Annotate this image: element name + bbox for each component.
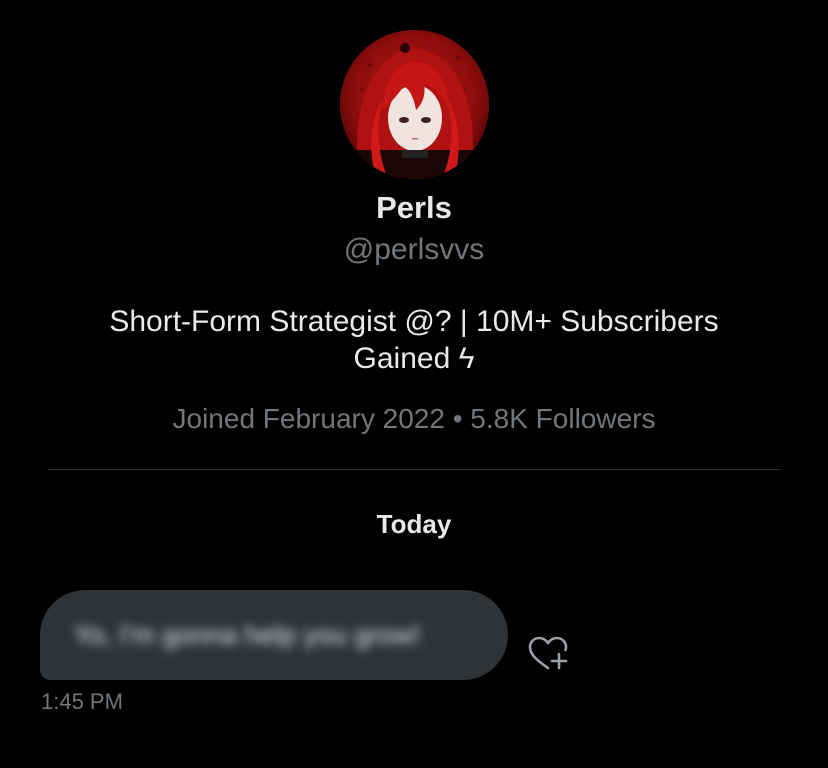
avatar-image	[340, 30, 489, 179]
meta-separator: •	[452, 403, 463, 434]
profile-display-name[interactable]: Perls	[0, 190, 828, 226]
joined-date: Joined February 2022	[172, 403, 445, 434]
message-bubble[interactable]: Yo, I'm gonna help you grow!	[40, 590, 508, 680]
profile-bio: Short-Form Strategist @? | 10M+ Subscrib…	[109, 305, 719, 375]
divider	[48, 469, 780, 470]
heart-plus-icon	[528, 636, 568, 670]
message-timestamp: 1:45 PM	[41, 689, 123, 714]
date-separator: Today	[376, 509, 452, 539]
add-reaction-button[interactable]	[526, 634, 570, 674]
profile-avatar[interactable]	[340, 30, 489, 179]
profile-meta: Joined February 2022 • 5.8K Followers	[0, 403, 828, 435]
message-text: Yo, I'm gonna help you grow!	[74, 619, 421, 650]
followers-count[interactable]: 5.8K Followers	[470, 403, 655, 434]
profile-handle[interactable]: @perlsvvs	[0, 233, 828, 267]
